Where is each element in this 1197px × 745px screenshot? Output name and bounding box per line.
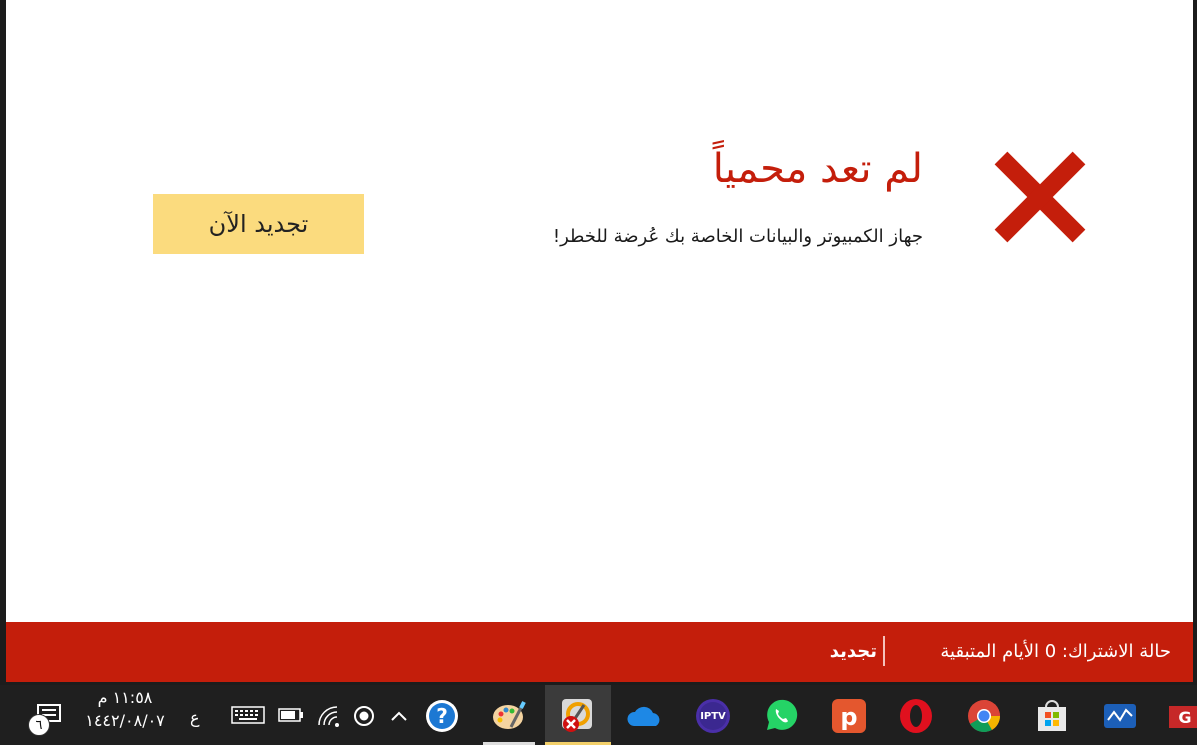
help-icon[interactable]: ? [422, 696, 462, 736]
renew-now-button[interactable]: تجديد الآن [153, 194, 364, 254]
whatsapp-icon[interactable] [758, 696, 804, 736]
subscription-label: حالة الاشتراك: [1061, 641, 1171, 662]
renew-link[interactable]: تجديد [830, 641, 877, 662]
subscription-status: حالة الاشتراك: 0 الأيام المتبقية [940, 641, 1171, 662]
svg-text:?: ? [436, 704, 448, 728]
clock-time: ١١:٥٨ م [97, 688, 153, 707]
chevron-up-icon[interactable] [386, 702, 412, 730]
paint-icon[interactable] [486, 696, 532, 736]
protection-title: لم تعد محمياً [712, 146, 923, 192]
store-icon[interactable] [1029, 696, 1075, 736]
error-x-icon [994, 151, 1086, 243]
clock-date: ١٤٤٢/٠٨/٠٧ [85, 711, 165, 730]
status-divider [883, 636, 885, 666]
svg-text:IPTV: IPTV [700, 711, 726, 722]
wifi-icon[interactable] [315, 702, 343, 730]
battery-icon[interactable] [277, 702, 305, 728]
svg-text:p: p [840, 703, 857, 731]
svg-text:G: G [1178, 708, 1191, 727]
days-remaining-label: الأيام المتبقية [940, 641, 1039, 662]
record-icon[interactable] [350, 702, 378, 730]
psiphon-icon[interactable]: p [826, 696, 872, 736]
iptv-icon[interactable]: IPTV [690, 696, 736, 736]
mail-icon[interactable]: G [1163, 696, 1197, 736]
app-window: لم تعد محمياً جهاز الكمبيوتر والبيانات ا… [6, 0, 1193, 682]
opera-icon[interactable] [893, 696, 939, 736]
chrome-icon[interactable] [961, 696, 1007, 736]
onedrive-icon[interactable] [622, 696, 668, 736]
whiteboard-icon[interactable] [1097, 696, 1143, 736]
security-app-icon[interactable] [555, 696, 601, 736]
protection-subtitle: جهاز الكمبيوتر والبيانات الخاصة بك عُرضة… [552, 226, 923, 247]
keyboard-icon[interactable] [230, 702, 266, 728]
notification-badge: ٦ [28, 714, 50, 736]
clock[interactable]: ١١:٥٨ م ١٤٤٢/٠٨/٠٧ [70, 688, 180, 730]
days-remaining-value: 0 [1044, 641, 1057, 662]
language-indicator[interactable]: ع [190, 708, 200, 727]
